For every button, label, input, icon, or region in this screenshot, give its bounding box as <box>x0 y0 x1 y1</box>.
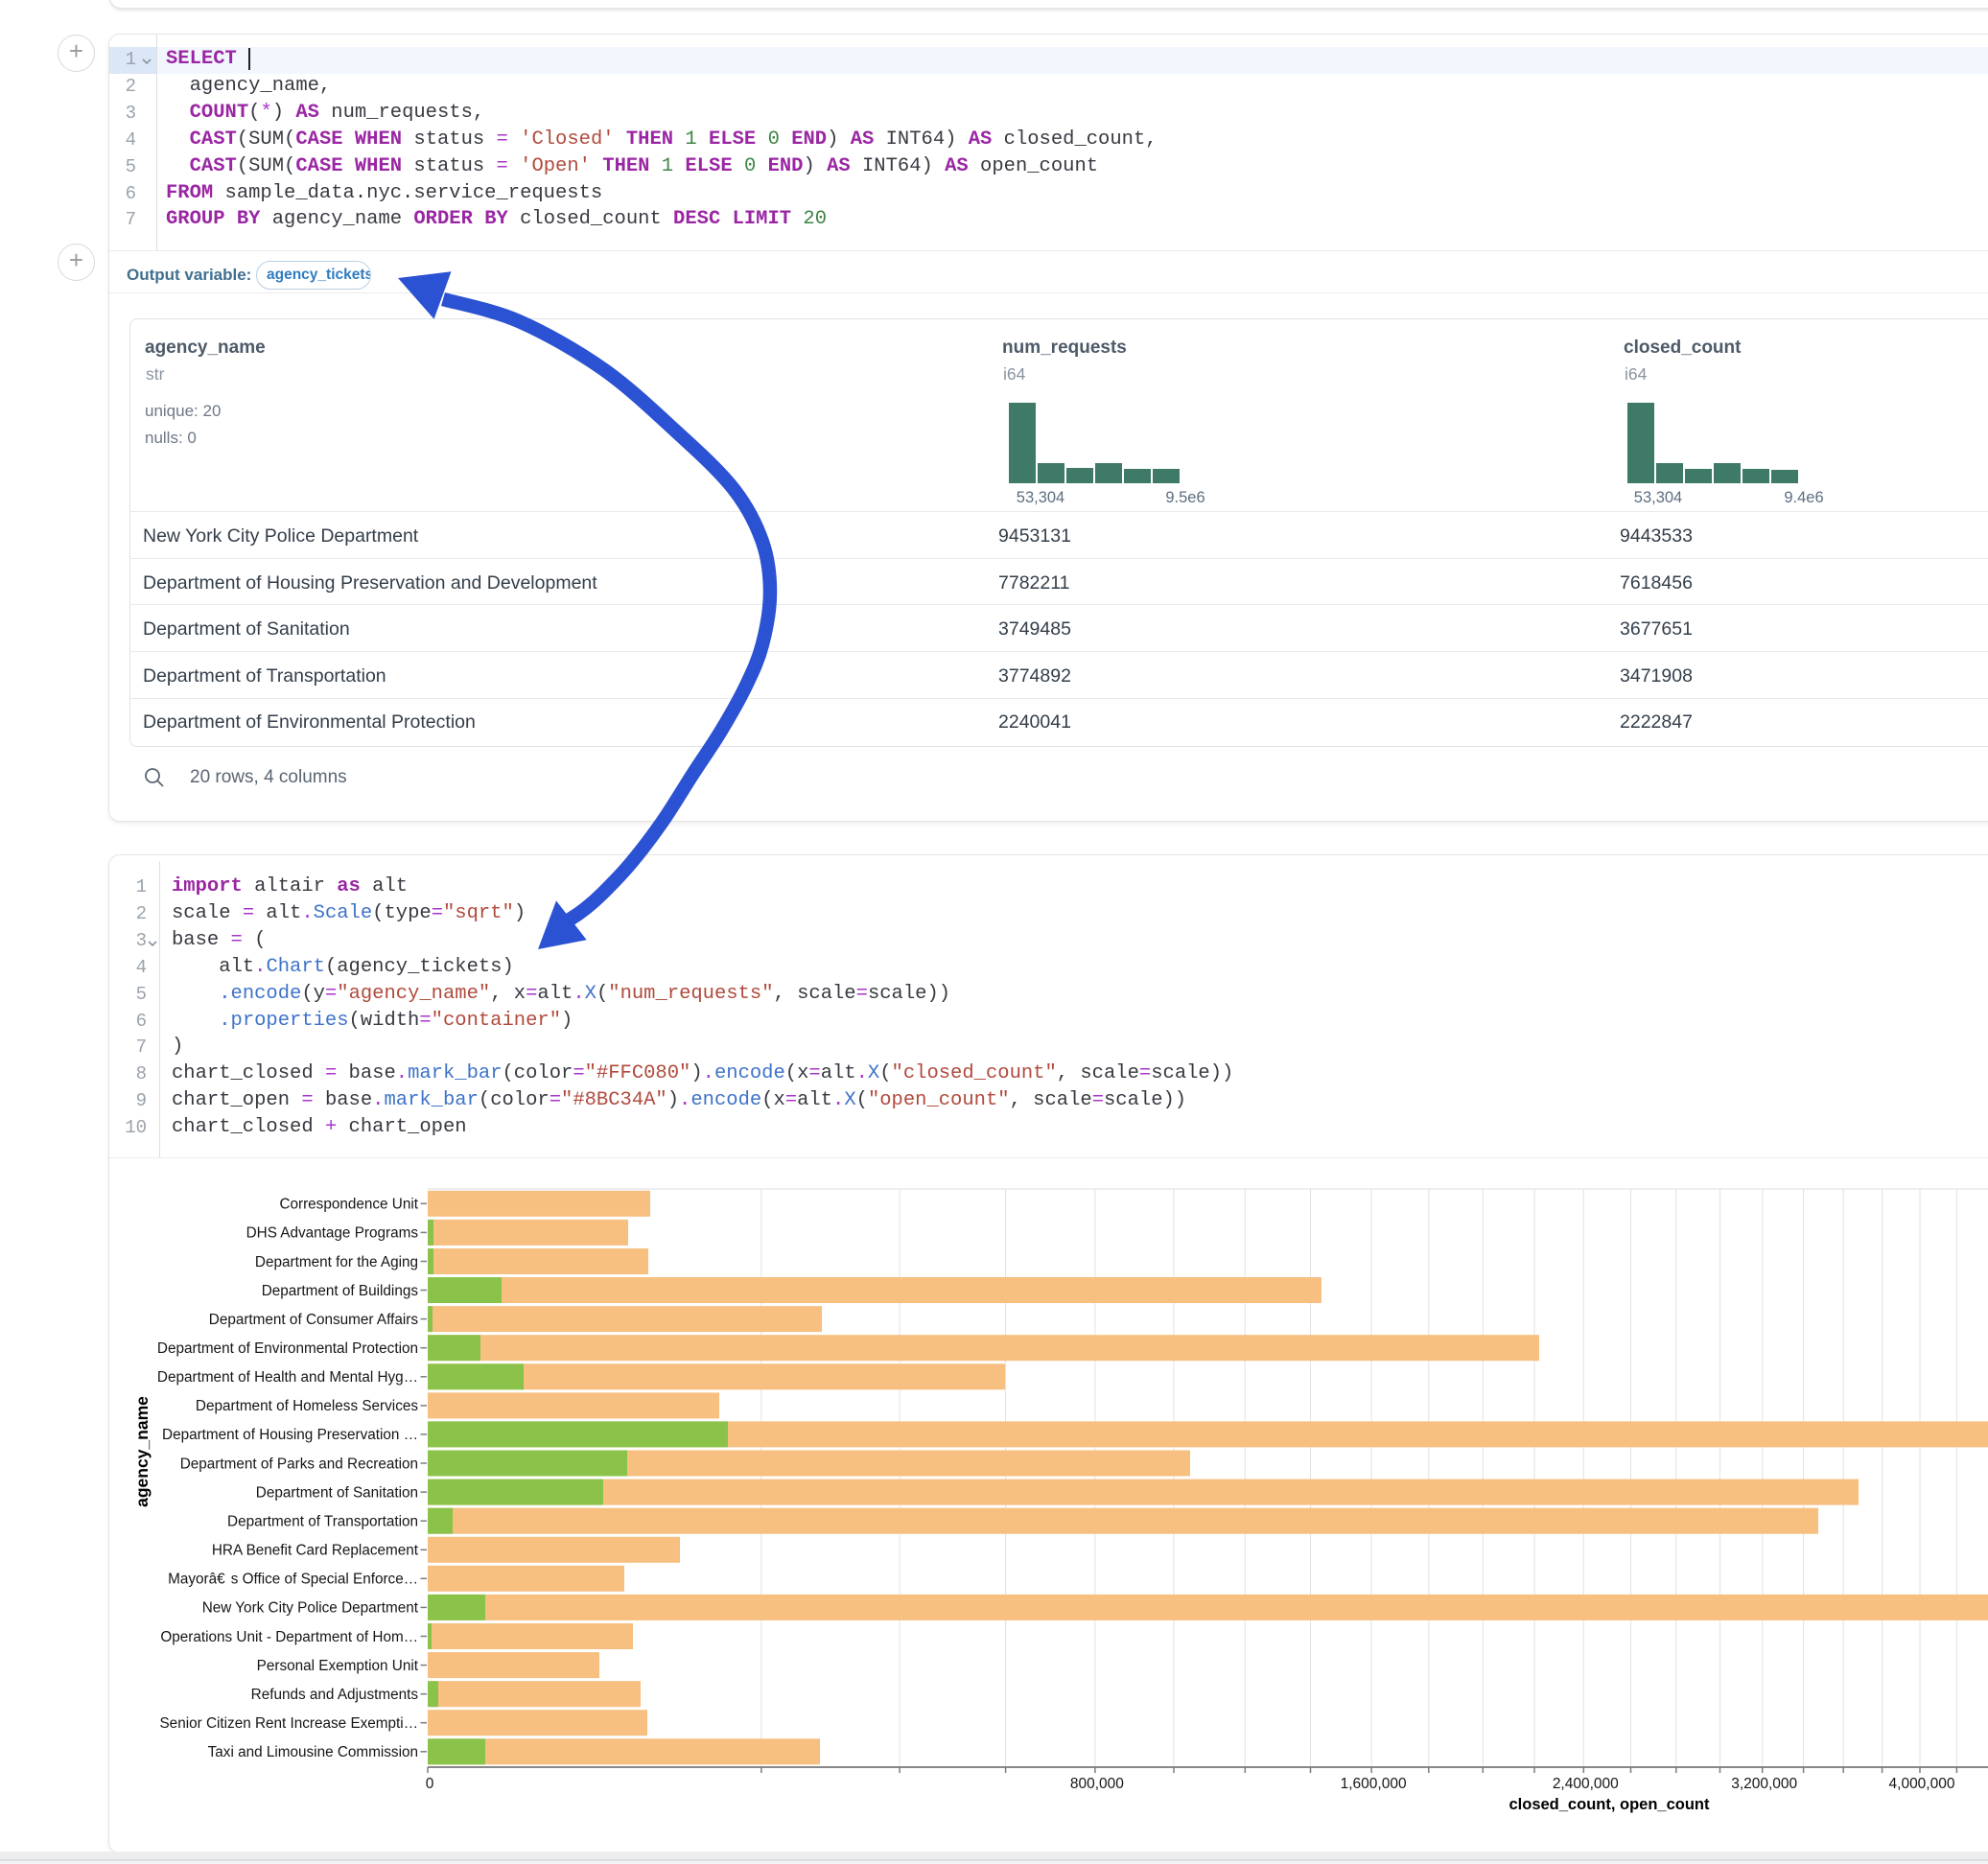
svg-text:Department of Buildings: Department of Buildings <box>262 1283 419 1299</box>
svg-text:4,000,000: 4,000,000 <box>1889 1776 1955 1792</box>
svg-text:0: 0 <box>426 1776 434 1792</box>
svg-text:Department of Parks and Recrea: Department of Parks and Recreation <box>180 1456 418 1472</box>
svg-text:Department for the Aging: Department for the Aging <box>255 1254 418 1270</box>
svg-text:Department of Homeless Service: Department of Homeless Services <box>196 1398 418 1414</box>
svg-text:Operations Unit - Department o: Operations Unit - Department of Hom… <box>160 1629 418 1645</box>
svg-text:Personal Exemption Unit: Personal Exemption Unit <box>257 1658 419 1674</box>
svg-text:agency_name: agency_name <box>132 1396 152 1507</box>
svg-text:Department of Transportation: Department of Transportation <box>227 1514 418 1530</box>
svg-text:800,000: 800,000 <box>1070 1776 1124 1792</box>
svg-text:New York City Police Departmen: New York City Police Department <box>202 1600 419 1617</box>
svg-text:Department of Health and Menta: Department of Health and Mental Hyg… <box>157 1369 418 1386</box>
svg-text:Department of Environmental Pr: Department of Environmental Protection <box>157 1340 418 1357</box>
svg-text:Department of Sanitation: Department of Sanitation <box>256 1484 418 1501</box>
svg-text:Department of Consumer Affairs: Department of Consumer Affairs <box>209 1312 419 1328</box>
svg-text:Refunds and Adjustments: Refunds and Adjustments <box>251 1687 419 1703</box>
svg-text:HRA Benefit Card Replacement: HRA Benefit Card Replacement <box>212 1543 419 1559</box>
svg-text:2,400,000: 2,400,000 <box>1553 1776 1619 1792</box>
svg-text:Taxi and Limousine Commission: Taxi and Limousine Commission <box>208 1744 418 1760</box>
svg-text:Correspondence Unit: Correspondence Unit <box>279 1197 418 1213</box>
svg-text:Mayorâ€ s Office of Special E: Mayorâ€ s Office of Special Enforce… <box>168 1572 418 1588</box>
svg-text:3,200,000: 3,200,000 <box>1731 1776 1797 1792</box>
svg-text:Senior Citizen Rent Increase E: Senior Citizen Rent Increase Exempti… <box>159 1715 418 1732</box>
svg-text:Department of Housing Preserva: Department of Housing Preservation … <box>162 1427 418 1443</box>
svg-text:closed_count, open_count: closed_count, open_count <box>1509 1796 1710 1813</box>
svg-text:DHS Advantage Programs: DHS Advantage Programs <box>246 1225 419 1242</box>
svg-text:1,600,000: 1,600,000 <box>1341 1776 1407 1792</box>
